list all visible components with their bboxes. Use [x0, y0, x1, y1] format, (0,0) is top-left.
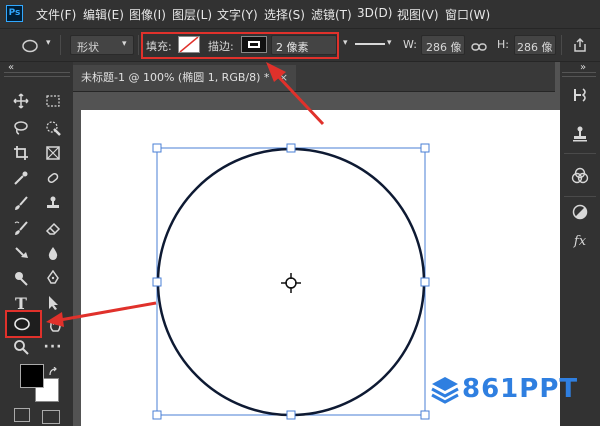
- watermark-logo-icon: [431, 377, 459, 404]
- resize-handle-se: [420, 410, 430, 420]
- clone-source-panel-icon[interactable]: [568, 122, 592, 146]
- resize-handle-s: [286, 410, 296, 420]
- resize-handle-sw: [152, 410, 162, 420]
- resize-handle-n: [286, 143, 296, 153]
- canvas-overlay: [46, 62, 430, 420]
- adjustments-panel-icon[interactable]: [568, 200, 592, 224]
- annotation-arrow-to-options: [266, 62, 325, 126]
- resize-handle-nw: [152, 143, 162, 153]
- history-panel-icon[interactable]: [568, 83, 592, 107]
- resize-handle-e: [420, 277, 430, 287]
- divider: [564, 196, 596, 197]
- divider: [564, 153, 596, 154]
- resize-handle-w: [152, 277, 162, 287]
- watermark-text: 861PPT: [462, 374, 579, 404]
- ellipse-shape: [156, 147, 426, 417]
- panel-grip: [562, 72, 596, 77]
- resize-handle-ne: [420, 143, 430, 153]
- channels-panel-icon[interactable]: [568, 164, 592, 188]
- annotation-arrow-to-tool: [46, 301, 157, 327]
- styles-fx-panel-icon[interactable]: fx: [568, 229, 592, 253]
- center-crosshair-icon: [281, 273, 301, 293]
